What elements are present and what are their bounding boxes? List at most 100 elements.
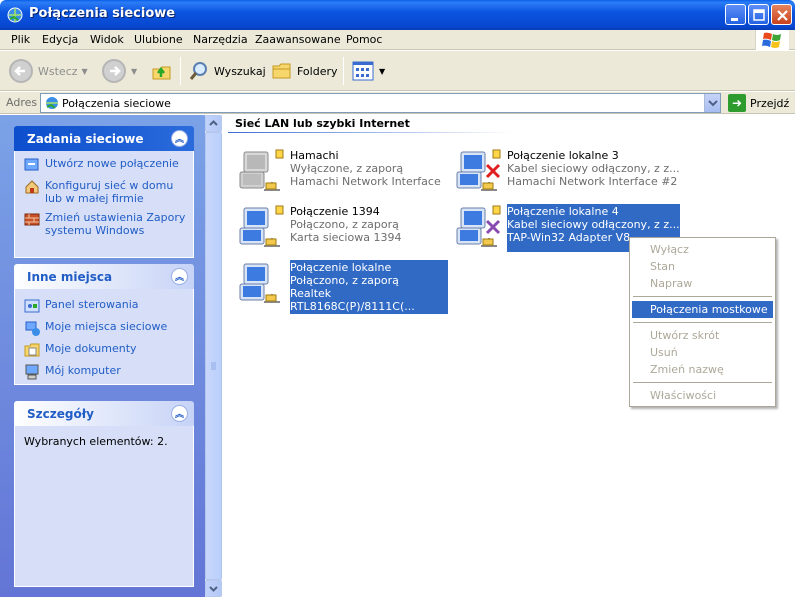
minimize-button[interactable] xyxy=(725,4,746,25)
place-documents[interactable]: Moje dokumenty xyxy=(24,342,187,358)
connection-1394[interactable]: Połączenie 1394 Połączono, z zaporą Kart… xyxy=(238,204,401,252)
menu-favorites[interactable]: Ulubione xyxy=(134,33,183,46)
folders-icon xyxy=(272,63,291,79)
group-divider xyxy=(228,132,513,133)
menu-separator xyxy=(633,296,772,297)
control-panel-icon xyxy=(24,299,40,313)
views-button[interactable]: ▼ xyxy=(351,56,385,86)
close-button[interactable] xyxy=(771,4,792,25)
menu-view[interactable]: Widok xyxy=(90,33,124,46)
task-home-network[interactable]: Konfiguruj sieć w domu lub w małej firmi… xyxy=(24,179,187,205)
back-label: Wstecz xyxy=(38,64,78,78)
menu-tools[interactable]: Narzędzia xyxy=(193,33,248,46)
maximize-button[interactable] xyxy=(748,4,769,25)
network-tasks-header[interactable]: Zadania sieciowe ︽ xyxy=(14,126,194,151)
connection-device: Realtek RTL8168C(P)/8111C(... xyxy=(290,287,415,313)
connection-device: Hamachi Network Interface xyxy=(290,175,441,188)
firewall-icon xyxy=(24,213,40,226)
maximize-icon xyxy=(753,9,765,21)
menu-item-properties[interactable]: Właściwości xyxy=(632,387,773,404)
menu-advanced[interactable]: Zaawansowane xyxy=(255,33,341,46)
disconnected-x-icon xyxy=(485,219,501,235)
collapse-icon[interactable]: ︽ xyxy=(171,268,188,285)
network-connection-icon xyxy=(239,149,284,191)
go-arrow-icon: ➜ xyxy=(728,94,746,112)
folders-label: Foldery xyxy=(297,64,338,78)
views-dropdown-icon[interactable]: ▼ xyxy=(379,67,385,76)
go-button[interactable]: ➜ Przejdź xyxy=(728,94,789,112)
menu-item-rename[interactable]: Zmień nazwę xyxy=(632,361,773,378)
title-bar: Połączenia sieciowe xyxy=(0,0,795,30)
connection-name: Połączenie lokalne 4 xyxy=(507,205,619,218)
scroll-up-button[interactable] xyxy=(205,115,222,132)
menu-item-delete[interactable]: Usuń xyxy=(632,344,773,361)
menu-item-repair[interactable]: Napraw xyxy=(632,275,773,292)
search-button[interactable]: Wyszukaj xyxy=(188,56,266,86)
menu-edit[interactable]: Edycja xyxy=(42,33,78,46)
computer-icon xyxy=(25,364,39,380)
place-network-places[interactable]: Moje miejsca sieciowe xyxy=(24,320,187,336)
other-places-title: Inne miejsca xyxy=(27,270,113,284)
connection-name: Połączenie lokalne xyxy=(290,261,392,274)
place-label: Mój komputer xyxy=(45,364,121,377)
documents-icon xyxy=(24,343,40,357)
scrollbar-thumb[interactable] xyxy=(205,132,222,580)
up-folder-icon xyxy=(152,66,171,80)
details-title: Szczegóły xyxy=(27,407,94,421)
chevron-down-icon xyxy=(209,586,218,592)
details-header[interactable]: Szczegóły ︽ xyxy=(14,401,194,426)
connection-status: Połączono, z zaporą xyxy=(290,274,399,287)
place-label: Panel sterowania xyxy=(45,298,139,311)
connection-device: Karta sieciowa 1394 xyxy=(290,231,402,244)
back-dropdown-icon[interactable]: ▼ xyxy=(82,67,88,76)
task-firewall[interactable]: Zmień ustawienia Zapory systemu Windows xyxy=(24,211,187,237)
chevron-down-icon xyxy=(708,100,718,107)
menu-item-create-shortcut[interactable]: Utwórz skrót xyxy=(632,327,773,344)
place-label: Moje miejsca sieciowe xyxy=(45,320,168,333)
forward-dropdown-icon[interactable]: ▼ xyxy=(131,67,137,76)
other-places-header[interactable]: Inne miejsca ︽ xyxy=(14,264,194,289)
address-label: Adres xyxy=(6,96,38,109)
collapse-icon[interactable]: ︽ xyxy=(171,130,188,147)
task-create-connection[interactable]: Utwórz nowe połączenie xyxy=(24,157,187,173)
menu-item-bridge-connections[interactable]: Połączenia mostkowe xyxy=(632,301,773,318)
new-connection-icon xyxy=(24,158,39,171)
address-input[interactable]: Połączenia sieciowe xyxy=(40,93,721,113)
network-tasks-title: Zadania sieciowe xyxy=(27,132,144,146)
network-places-icon xyxy=(25,321,40,336)
connection-status: Kabel sieciowy odłączony, z z... xyxy=(507,218,680,231)
menu-item-disable[interactable]: Wyłącz xyxy=(632,241,773,258)
selection-count: Wybranych elementów: 2. xyxy=(24,435,168,448)
connection-status: Kabel sieciowy odłączony, z z... xyxy=(507,162,680,175)
menu-separator xyxy=(633,322,772,323)
network-connection-icon xyxy=(239,263,280,303)
place-computer[interactable]: Mój komputer xyxy=(24,364,187,380)
network-connections-icon xyxy=(46,97,58,109)
menu-file[interactable]: Plik xyxy=(11,33,30,46)
connection-local-3[interactable]: Połączenie lokalne 3 Kabel sieciowy odłą… xyxy=(455,148,680,196)
folders-button[interactable]: Foldery xyxy=(271,56,338,86)
forward-button[interactable]: ▼ xyxy=(101,56,137,86)
scroll-down-button[interactable] xyxy=(205,580,222,597)
connection-local[interactable]: Połączenie lokalne Połączono, z zaporą R… xyxy=(238,260,448,314)
task-label: Zmień ustawienia Zapory systemu Windows xyxy=(45,211,186,237)
collapse-icon[interactable]: ︽ xyxy=(171,405,188,422)
back-button[interactable]: Wstecz ▼ xyxy=(8,56,88,86)
menu-help[interactable]: Pomoc xyxy=(346,33,382,46)
vertical-scrollbar[interactable] xyxy=(205,115,222,597)
connection-device: Hamachi Network Interface #2 xyxy=(507,175,678,188)
menu-bar: Plik Edycja Widok Ulubione Narzędzia Zaa… xyxy=(0,30,795,50)
network-connection-icon xyxy=(239,205,284,247)
menu-item-status[interactable]: Stan xyxy=(632,258,773,275)
task-label: Konfiguruj sieć w domu lub w małej firmi… xyxy=(45,179,174,205)
window-title: Połączenia sieciowe xyxy=(29,6,176,21)
connection-status: Wyłączone, z zaporą xyxy=(290,162,404,175)
chevron-up-icon xyxy=(209,120,218,126)
place-label: Moje dokumenty xyxy=(45,342,137,355)
connection-hamachi[interactable]: Hamachi Wyłączone, z zaporą Hamachi Netw… xyxy=(238,148,441,196)
address-dropdown-button[interactable] xyxy=(704,94,720,112)
network-connections-icon xyxy=(7,7,23,23)
group-header: Sieć LAN lub szybki Internet xyxy=(235,117,410,130)
place-control-panel[interactable]: Panel sterowania xyxy=(24,298,187,314)
up-folder-button[interactable] xyxy=(150,56,174,86)
